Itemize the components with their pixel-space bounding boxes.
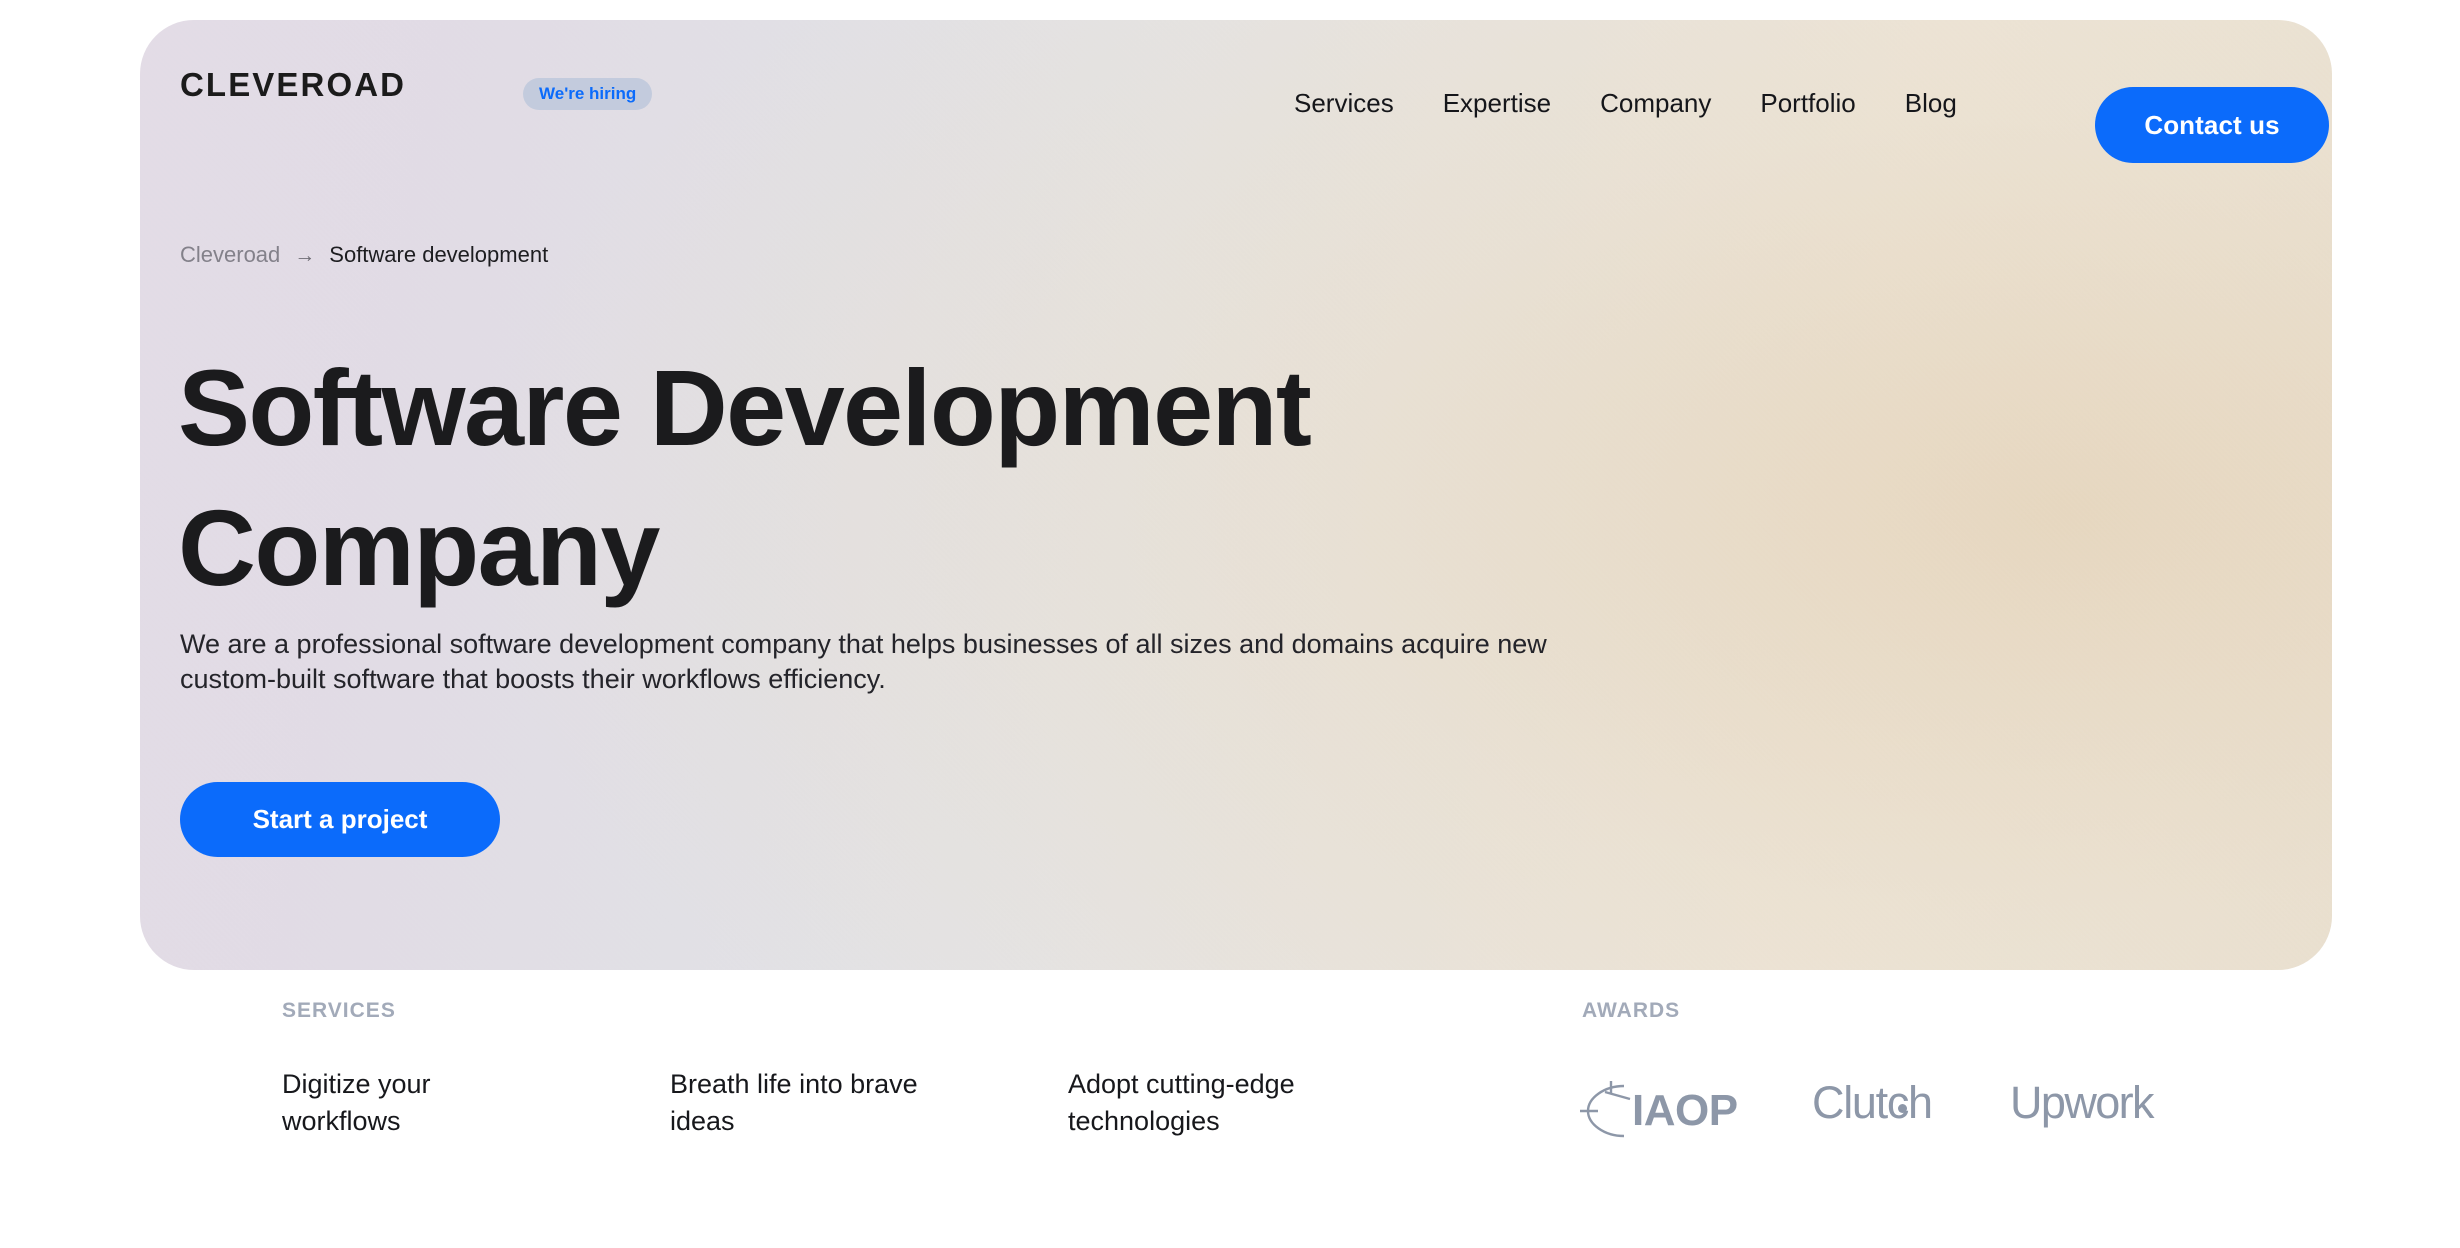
- nav-item-services[interactable]: Services: [1294, 90, 1394, 116]
- awards-label: AWARDS: [1582, 999, 1681, 1022]
- nav-links: Services Expertise Company Portfolio Blo…: [1294, 90, 1957, 116]
- hiring-badge[interactable]: We're hiring: [523, 78, 653, 110]
- breadcrumb-item-root[interactable]: Cleveroad: [180, 244, 280, 266]
- clutch-wordmark: Clutch: [1812, 1077, 1933, 1128]
- service-item-technologies[interactable]: Adopt cutting-edge technologies: [1068, 1066, 1398, 1139]
- landing-page: CLEVEROAD We're hiring Services Expertis…: [0, 0, 2460, 1248]
- breadcrumb-item-current: Software development: [329, 242, 549, 267]
- start-a-project-button[interactable]: Start a project: [180, 782, 500, 857]
- clutch-dot-icon: [1897, 1104, 1907, 1113]
- brand-logo[interactable]: CLEVEROAD: [180, 68, 406, 101]
- hero-card: CLEVEROAD We're hiring Services Expertis…: [140, 20, 2332, 970]
- services-label: SERVICES: [282, 999, 396, 1022]
- iaop-wordmark: IAOP: [1632, 1086, 1738, 1135]
- nav-item-company[interactable]: Company: [1600, 90, 1711, 116]
- breadcrumb: Cleveroad → Software development: [180, 244, 548, 266]
- bottom-section: SERVICES AWARDS Digitize your workflows …: [0, 985, 2460, 1248]
- service-item-digitize[interactable]: Digitize your workflows: [282, 1066, 512, 1139]
- nav-item-blog[interactable]: Blog: [1905, 90, 1957, 116]
- iaop-arc-icon: [1580, 1081, 1631, 1138]
- nav-item-portfolio[interactable]: Portfolio: [1760, 90, 1855, 116]
- hero-subtitle: We are a professional software developme…: [180, 629, 1547, 694]
- award-logo-clutch[interactable]: Clutch: [1812, 1077, 1933, 1128]
- service-item-brave-ideas[interactable]: Breath life into brave ideas: [670, 1066, 920, 1139]
- nav-item-expertise[interactable]: Expertise: [1443, 90, 1551, 116]
- main-navigation: CLEVEROAD We're hiring Services Expertis…: [140, 20, 2332, 163]
- upwork-wordmark: Upwork: [2010, 1077, 2155, 1128]
- contact-us-button[interactable]: Contact us: [2095, 87, 2329, 163]
- page-title: Software Development Company: [178, 347, 1312, 609]
- award-logo-iaop[interactable]: IAOP: [1580, 1080, 1738, 1142]
- arrow-right-icon: →: [294, 243, 316, 267]
- award-logo-upwork[interactable]: Upwork: [2010, 1077, 2155, 1128]
